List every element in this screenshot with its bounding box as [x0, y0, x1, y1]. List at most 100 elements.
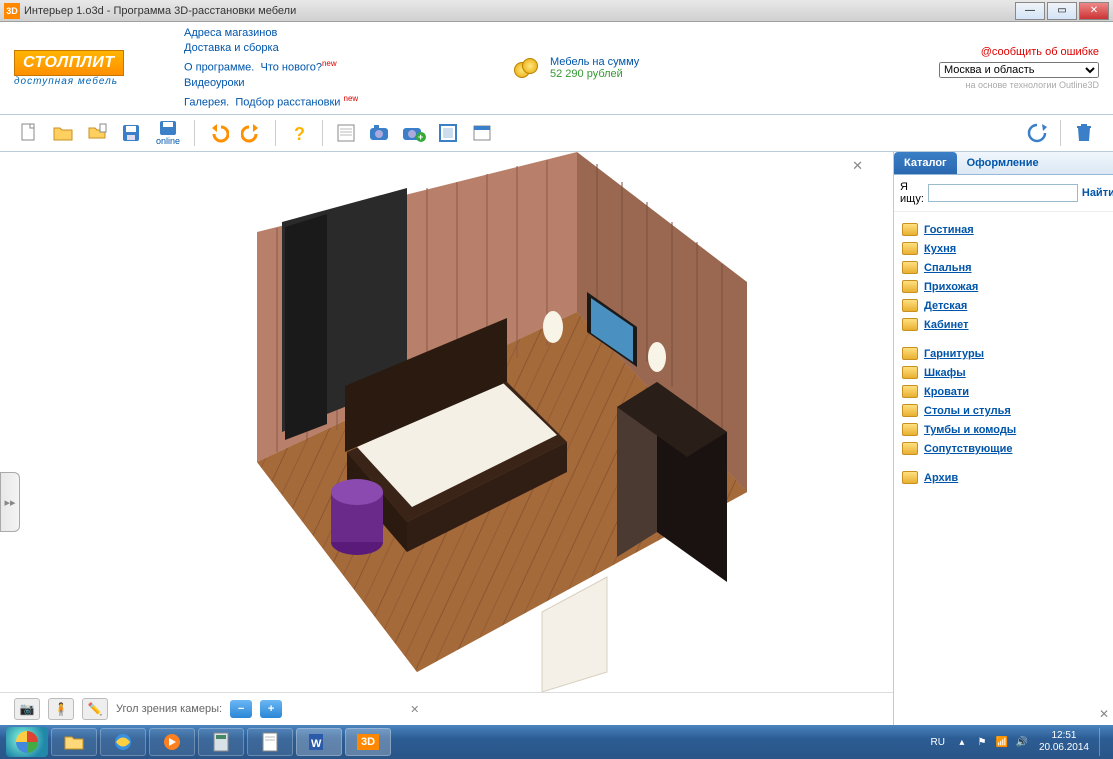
save-button[interactable]: [116, 118, 146, 148]
cart-price: 52 290 рублей: [550, 68, 639, 80]
camera-view-1[interactable]: 📷: [14, 698, 40, 720]
category-list: Гостиная Кухня Спальня Прихожая Детская Кабин…: [894, 212, 1113, 495]
new-file-button[interactable]: [14, 118, 44, 148]
open-file-button[interactable]: [48, 118, 78, 148]
sidebar-close-icon[interactable]: ✕: [1099, 707, 1109, 721]
category-item[interactable]: Спальня: [900, 258, 1107, 277]
category-item[interactable]: Кухня: [900, 239, 1107, 258]
category-label: Прихожая: [924, 281, 978, 293]
folder-icon: [902, 223, 918, 236]
help-button[interactable]: ?: [284, 118, 314, 148]
category-item[interactable]: Архив: [900, 468, 1107, 487]
undo-button[interactable]: [203, 118, 233, 148]
sidebar: Каталог Оформление Я ищу: Найти! Гостина…: [893, 152, 1113, 725]
link-gallery[interactable]: Галерея.: [184, 96, 229, 108]
import-button[interactable]: [82, 118, 112, 148]
window-button[interactable]: [467, 118, 497, 148]
tray-clock[interactable]: 12:51 20.06.2014: [1039, 730, 1089, 754]
tray-up-icon[interactable]: ▴: [955, 735, 969, 749]
folder-icon: [902, 299, 918, 312]
svg-text:+: +: [418, 132, 423, 142]
category-item[interactable]: Гарнитуры: [900, 344, 1107, 363]
task-3d-app[interactable]: 3D: [345, 728, 391, 756]
folder-icon: [902, 318, 918, 331]
camera-button[interactable]: [365, 118, 395, 148]
task-ie[interactable]: [100, 728, 146, 756]
fov-decrease[interactable]: −: [230, 700, 252, 718]
cart-label: Мебель на сумму: [550, 56, 639, 68]
refresh-button[interactable]: [1022, 118, 1052, 148]
redo-button[interactable]: [237, 118, 267, 148]
start-button[interactable]: [6, 727, 48, 757]
category-item[interactable]: Кровати: [900, 382, 1107, 401]
link-selection[interactable]: Подбор расстановки: [235, 96, 340, 108]
report-error-link[interactable]: @сообщить об ошибке: [939, 46, 1099, 58]
category-item[interactable]: Детская: [900, 296, 1107, 315]
app-icon: 3D: [4, 3, 20, 19]
spec-list-button[interactable]: [331, 118, 361, 148]
close-icon[interactable]: ✕: [852, 158, 863, 174]
category-label: Столы и стулья: [924, 405, 1011, 417]
camera-view-2[interactable]: 🧍: [48, 698, 74, 720]
category-item[interactable]: Сопутствующие: [900, 439, 1107, 458]
category-label: Гостиная: [924, 224, 974, 236]
camera-view-3[interactable]: ✏️: [82, 698, 108, 720]
tab-catalog[interactable]: Каталог: [894, 152, 957, 174]
folder-icon: [902, 423, 918, 436]
link-addresses[interactable]: Адреса магазинов: [184, 27, 277, 39]
category-label: Сопутствующие: [924, 443, 1012, 455]
flag-icon[interactable]: ⚑: [975, 735, 989, 749]
task-notepad[interactable]: [247, 728, 293, 756]
sound-icon[interactable]: 🔊: [1015, 735, 1029, 749]
maximize-button[interactable]: ▭: [1047, 2, 1077, 20]
viewport-footer: 📷 🧍 ✏️ Угол зрения камеры: − + ✕: [0, 692, 893, 725]
link-about[interactable]: О программе.: [184, 62, 254, 74]
category-label: Детская: [924, 300, 967, 312]
link-whatsnew[interactable]: Что нового?: [260, 62, 321, 74]
category-label: Архив: [924, 472, 958, 484]
folder-icon: [902, 385, 918, 398]
svg-text:?: ?: [294, 124, 305, 144]
task-media[interactable]: [149, 728, 195, 756]
link-videos[interactable]: Видеоуроки: [184, 77, 245, 89]
fullscreen-button[interactable]: [433, 118, 463, 148]
region-select[interactable]: Москва и область: [939, 62, 1099, 78]
minimize-button[interactable]: —: [1015, 2, 1045, 20]
room-3d-scene: [127, 152, 767, 692]
show-desktop[interactable]: [1099, 728, 1107, 756]
category-item[interactable]: Шкафы: [900, 363, 1107, 382]
category-item[interactable]: Столы и стулья: [900, 401, 1107, 420]
search-button[interactable]: Найти!: [1082, 187, 1113, 199]
cart-summary[interactable]: Мебель на сумму 52 290 рублей: [514, 56, 639, 80]
folder-icon: [902, 442, 918, 455]
category-item[interactable]: Прихожая: [900, 277, 1107, 296]
category-label: Шкафы: [924, 367, 966, 379]
new-badge: new: [322, 59, 337, 68]
close-footer-icon[interactable]: ✕: [410, 703, 419, 716]
camera-plus-button[interactable]: +: [399, 118, 429, 148]
viewport-3d[interactable]: ▸▸ ✕: [0, 152, 893, 725]
category-item[interactable]: Гостиная: [900, 220, 1107, 239]
save-online-button[interactable]: online: [150, 118, 186, 148]
folder-icon: [902, 261, 918, 274]
search-input[interactable]: [928, 184, 1078, 202]
tab-design[interactable]: Оформление: [957, 152, 1049, 174]
category-label: Тумбы и комоды: [924, 424, 1016, 436]
fov-increase[interactable]: +: [260, 700, 282, 718]
trash-button[interactable]: [1069, 118, 1099, 148]
category-item[interactable]: Тумбы и комоды: [900, 420, 1107, 439]
svg-text:W: W: [311, 738, 322, 750]
folder-icon: [902, 471, 918, 484]
category-label: Кухня: [924, 243, 956, 255]
tray-lang[interactable]: RU: [930, 737, 944, 748]
network-icon[interactable]: 📶: [995, 735, 1009, 749]
link-delivery[interactable]: Доставка и сборка: [184, 42, 279, 54]
task-calc[interactable]: [198, 728, 244, 756]
logo[interactable]: СТОЛПЛИТ доступная мебель: [14, 44, 184, 93]
task-word[interactable]: W: [296, 728, 342, 756]
folder-icon: [902, 280, 918, 293]
close-button[interactable]: ✕: [1079, 2, 1109, 20]
category-item[interactable]: Кабинет: [900, 315, 1107, 334]
logo-subtitle: доступная мебель: [14, 76, 184, 87]
task-explorer[interactable]: [51, 728, 97, 756]
